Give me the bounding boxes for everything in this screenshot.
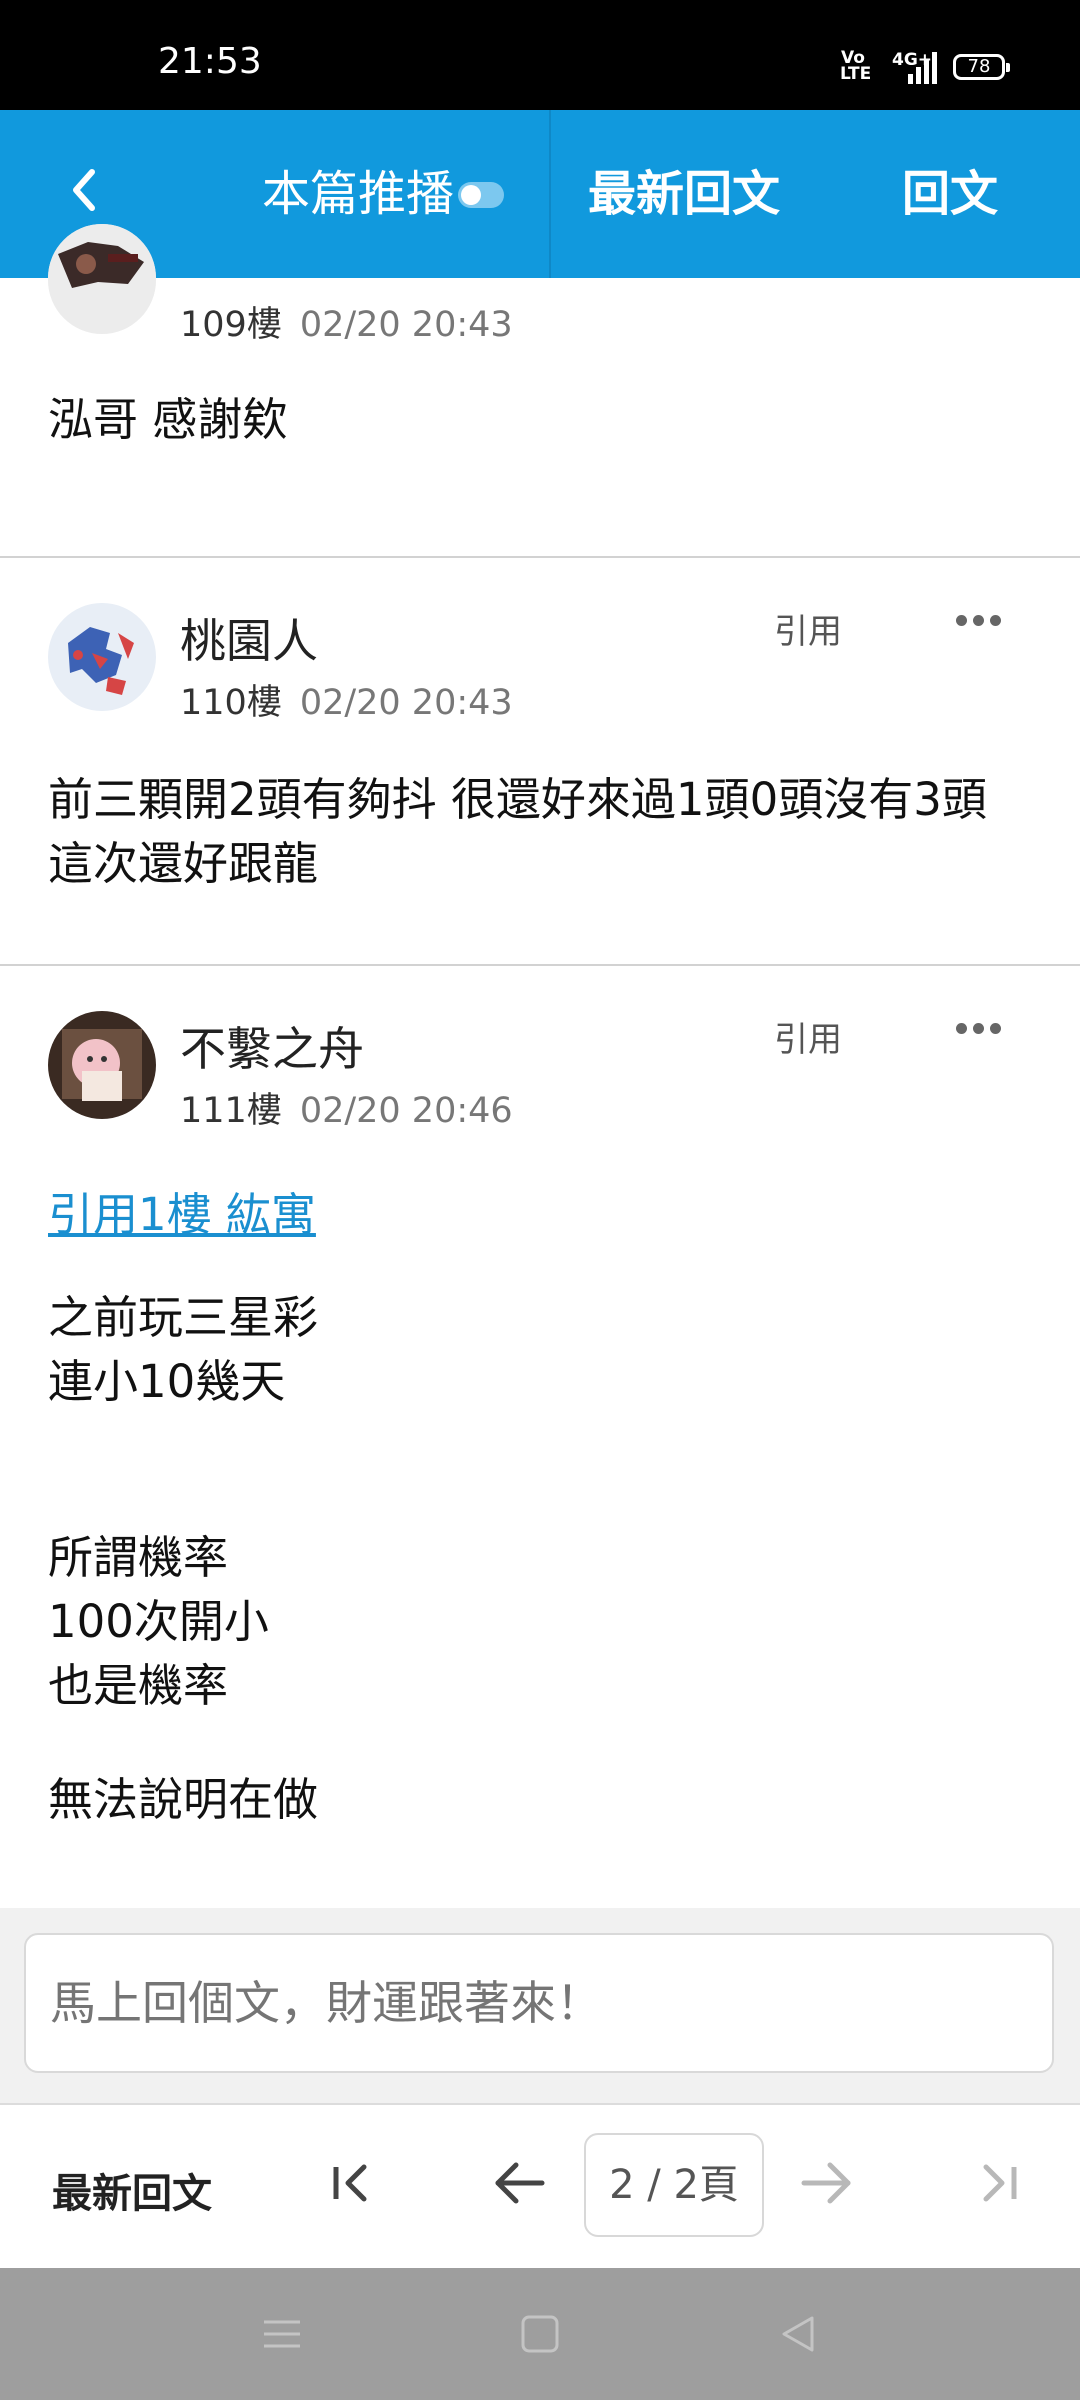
system-nav-bar (0, 2268, 1080, 2400)
reply-button[interactable]: 回文 (902, 164, 998, 224)
reply-input[interactable] (24, 1933, 1054, 2073)
avatar[interactable] (48, 603, 156, 711)
push-toggle[interactable] (458, 182, 504, 208)
status-time: 21:53 (158, 41, 262, 82)
arrow-right-icon (796, 2153, 856, 2213)
floor-number: 110樓 (180, 683, 282, 723)
home-icon[interactable] (518, 2312, 562, 2356)
volte-icon: Vo LTE (840, 48, 872, 84)
more-dots-icon[interactable] (956, 615, 1002, 629)
first-page-icon[interactable] (322, 2153, 382, 2213)
post-time: 02/20 20:43 (299, 683, 513, 723)
username[interactable]: 桃園人 (180, 605, 318, 671)
page-indicator[interactable]: 2 / 2頁 (584, 2133, 764, 2237)
latest-replies-button[interactable]: 最新回文 (588, 164, 780, 224)
avatar[interactable] (48, 224, 156, 334)
floor-info: 109樓 02/20 20:43 (180, 296, 513, 347)
nav-divider (549, 110, 551, 278)
push-notify-label[interactable]: 本篇推播 (262, 164, 454, 224)
post-content: 所謂機率 100次開小 也是機率 (48, 1531, 269, 1712)
chevron-left-icon[interactable] (62, 160, 112, 220)
pager: 最新回文 2 / 2頁 (0, 2103, 1080, 2268)
floor-number: 109樓 (180, 305, 282, 345)
avatar[interactable] (48, 1011, 156, 1119)
triangle-back-icon[interactable] (776, 2312, 820, 2356)
latest-replies-link[interactable]: 最新回文 (52, 2161, 212, 2219)
status-bar: 21:53 Vo LTE 4G+ 78 (0, 0, 1080, 110)
last-page-icon (968, 2153, 1028, 2213)
floor-info: 111樓 02/20 20:46 (180, 1082, 513, 1133)
post-time: 02/20 20:43 (299, 305, 513, 345)
battery-icon: 78 (953, 54, 1010, 80)
post-time: 02/20 20:46 (299, 1091, 513, 1131)
arrow-left-icon[interactable] (490, 2153, 550, 2213)
quote-button[interactable]: 引用 (774, 604, 842, 653)
post-content: 之前玩三星彩 連小10幾天 (48, 1291, 319, 1408)
username[interactable]: 不繫之舟 (180, 1013, 364, 1079)
more-dots-icon[interactable] (956, 1023, 1002, 1037)
post-content: 泓哥 感謝欸 (48, 393, 288, 446)
quote-button[interactable]: 引用 (774, 1012, 842, 1061)
post-divider (0, 556, 1080, 558)
menu-icon[interactable] (260, 2312, 304, 2356)
post-content: 無法說明在做 (48, 1773, 319, 1826)
quote-link[interactable]: 引用1樓 紘寓 (48, 1178, 316, 1243)
floor-info: 110樓 02/20 20:43 (180, 674, 513, 725)
post-divider (0, 964, 1080, 966)
floor-number: 111樓 (180, 1091, 282, 1131)
signal-icon (908, 52, 938, 84)
top-nav: 本篇推播 最新回文 回文 (0, 110, 1080, 278)
post-content: 前三顆開2頭有夠抖 很還好來過1頭0頭沒有3頭 這次還好跟龍 (48, 773, 987, 890)
